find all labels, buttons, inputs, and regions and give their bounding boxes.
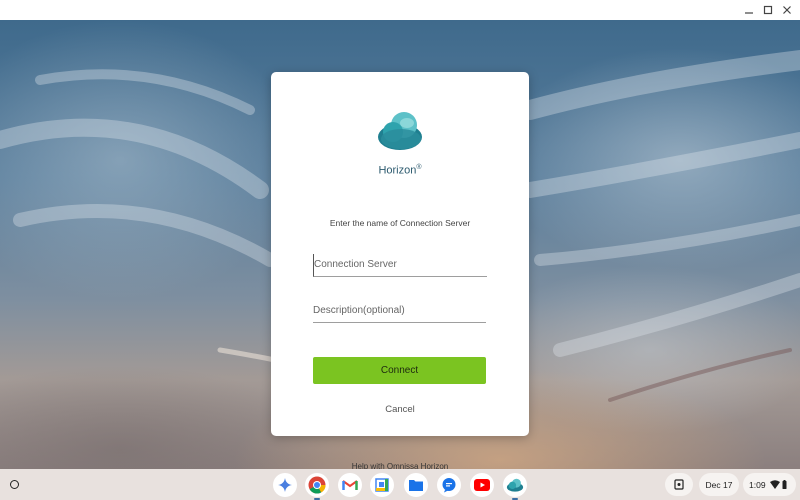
youtube-icon[interactable] xyxy=(470,473,494,497)
wifi-icon xyxy=(769,480,780,489)
calendar-icon[interactable] xyxy=(370,473,394,497)
window-title-bar xyxy=(0,0,800,20)
clock-text: 1:09 xyxy=(749,479,766,490)
battery-icon xyxy=(782,480,787,489)
tote-holding-space[interactable] xyxy=(665,473,693,496)
server-prompt: Enter the name of Connection Server xyxy=(329,218,471,228)
connection-server-input[interactable] xyxy=(313,254,487,277)
connect-button[interactable]: Connect xyxy=(313,357,486,384)
maximize-icon[interactable] xyxy=(760,2,776,18)
brand-registered-mark: ® xyxy=(416,164,422,171)
brand-name: Horizon® xyxy=(271,164,529,177)
tote-icon xyxy=(674,479,684,490)
shelf: Dec 17 1:09 xyxy=(0,469,800,500)
description-input[interactable] xyxy=(313,300,486,323)
minimize-icon[interactable] xyxy=(741,2,757,18)
add-server-dialog: Horizon® Enter the name of Connection Se… xyxy=(271,72,529,436)
gmail-icon[interactable] xyxy=(338,473,362,497)
chrome-icon[interactable] xyxy=(305,473,329,500)
horizon-icon[interactable] xyxy=(503,473,527,500)
date-text: Dec 17 xyxy=(705,479,733,490)
horizon-logo xyxy=(378,112,422,150)
messages-icon[interactable] xyxy=(437,473,461,497)
date-pill[interactable]: Dec 17 xyxy=(699,473,739,496)
launcher-icon[interactable] xyxy=(6,476,22,492)
close-icon[interactable] xyxy=(779,2,795,18)
cancel-button[interactable]: Cancel xyxy=(271,404,529,415)
files-icon[interactable] xyxy=(404,473,428,497)
brand-name-text: Horizon xyxy=(378,164,417,177)
gemini-icon[interactable] xyxy=(273,473,297,497)
status-tray[interactable]: 1:09 xyxy=(743,473,796,496)
